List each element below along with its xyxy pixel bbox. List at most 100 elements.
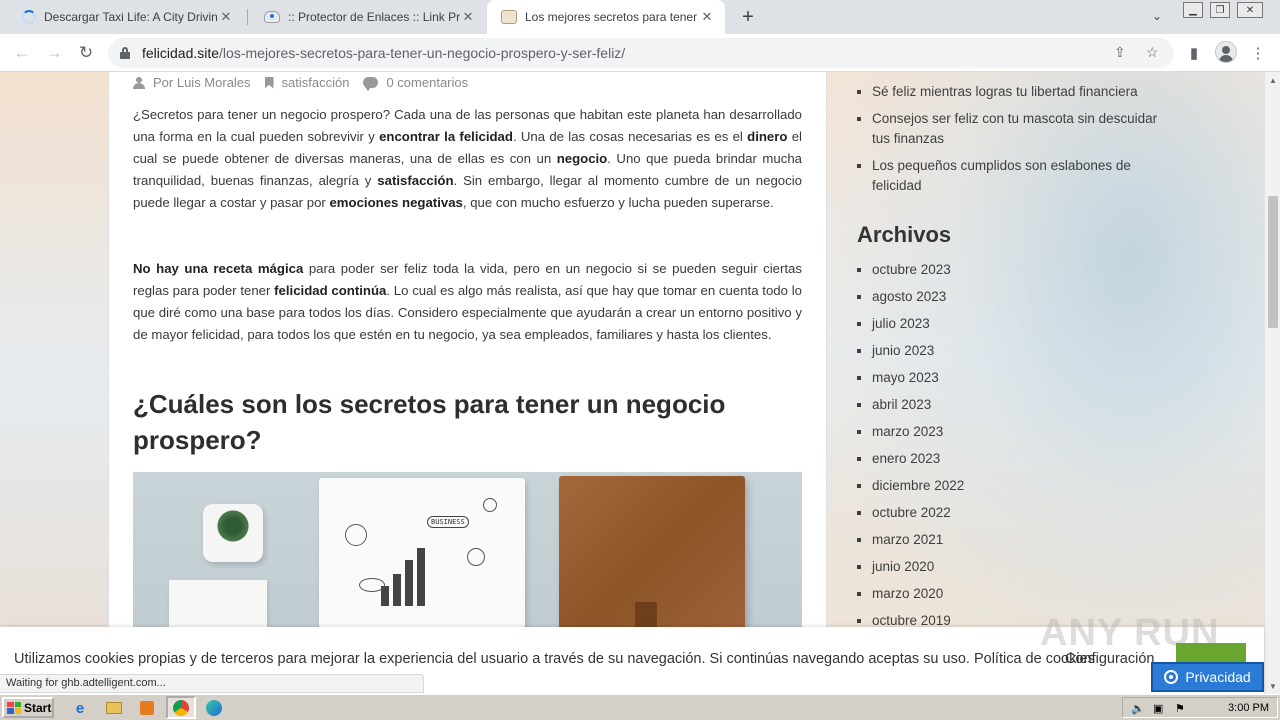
archive-link[interactable]: marzo 2021 — [856, 530, 964, 557]
archive-link[interactable]: mayo 2023 — [856, 368, 964, 395]
url-domain: felicidad.site — [142, 45, 220, 61]
archive-link[interactable]: abril 2023 — [856, 395, 964, 422]
network-icon[interactable]: ▣ — [1153, 702, 1166, 715]
archive-link[interactable]: enero 2023 — [856, 449, 964, 476]
windows-taskbar: Start e 🔈 ▣ ⚑ 3:00 PM — [0, 694, 1280, 720]
close-icon[interactable]: ✕ — [699, 9, 715, 25]
maximize-button[interactable]: ❐ — [1210, 2, 1230, 18]
edge-icon[interactable] — [204, 698, 224, 718]
bold-phrase: emociones negativas — [329, 195, 463, 210]
new-tab-button[interactable]: + — [737, 6, 759, 28]
scrollbar-thumb[interactable] — [1268, 196, 1278, 328]
recent-post-link[interactable]: Sé feliz mientras logras tu libertad fin… — [856, 82, 1161, 102]
archive-link[interactable]: julio 2023 — [856, 314, 964, 341]
archive-link[interactable]: diciembre 2022 — [856, 476, 964, 503]
tab-title: Los mejores secretos para tener un n — [525, 10, 699, 24]
page-scrollbar[interactable]: ▲ ▼ — [1264, 72, 1280, 694]
archive-link[interactable]: junio 2020 — [856, 557, 964, 584]
cookie-text[interactable]: Utilizamos cookies propias y de terceros… — [14, 651, 1095, 667]
site-icon — [264, 11, 280, 23]
privacy-button[interactable]: Privacidad — [1151, 662, 1264, 692]
text-run: . Una de las cosas necesarias es es el — [512, 129, 748, 144]
share-icon[interactable]: ⇪ — [1114, 44, 1126, 61]
system-tray: 🔈 ▣ ⚑ 3:00 PM — [1122, 697, 1278, 718]
scroll-up-arrow-icon[interactable]: ▲ — [1265, 72, 1280, 88]
recent-post-link[interactable]: Consejos ser feliz con tu mascota sin de… — [856, 109, 1161, 149]
menu-kebab-icon[interactable]: ⋮ — [1246, 41, 1270, 65]
windows-logo-icon — [7, 701, 21, 714]
archive-link[interactable]: junio 2023 — [856, 341, 964, 368]
site-icon — [501, 10, 517, 24]
bold-phrase: felicidad continúa — [274, 283, 387, 298]
sketch-label: BUSINESS — [427, 516, 469, 528]
bold-phrase: No hay una receta mágica — [133, 261, 304, 276]
status-bubble: Waiting for ghb.adtelligent.com... — [0, 674, 424, 693]
tab-link-protector[interactable]: :: Protector de Enlaces :: Link Protec ✕ — [250, 0, 486, 34]
author-icon — [133, 76, 145, 89]
tab-strip: Descargar Taxi Life: A City Driving Si ✕… — [0, 0, 1280, 34]
url-path: /los-mejores-secretos-para-tener-un-nego… — [219, 45, 626, 61]
bold-phrase: satisfacción — [377, 173, 454, 188]
archive-link[interactable]: marzo 2020 — [856, 584, 964, 611]
bold-phrase: encontrar la felicidad — [379, 129, 513, 144]
post-comments[interactable]: 0 comentarios — [386, 75, 468, 90]
close-icon[interactable]: ✕ — [218, 9, 234, 25]
archive-link[interactable]: octubre 2022 — [856, 503, 964, 530]
url-text[interactable]: felicidad.site/los-mejores-secretos-para… — [142, 45, 625, 61]
start-label: Start — [24, 700, 52, 715]
flag-icon[interactable]: ⚑ — [1175, 702, 1188, 715]
back-button[interactable]: ← — [10, 41, 34, 65]
close-icon[interactable]: ✕ — [460, 9, 476, 25]
start-button[interactable]: Start — [2, 697, 54, 718]
media-player-icon[interactable] — [137, 698, 157, 718]
text-run: , que con mucho esfuerzo y lucha pueden … — [462, 195, 774, 210]
folder-icon[interactable] — [104, 698, 124, 718]
reload-button[interactable]: ↻ — [74, 41, 98, 65]
browser-toolbar: ← → ↻ felicidad.site/los-mejores-secreto… — [0, 34, 1280, 72]
clock: 3:00 PM — [1228, 702, 1269, 714]
archive-link[interactable]: octubre 2023 — [856, 260, 964, 287]
gear-icon — [1164, 670, 1179, 684]
image-succulent — [215, 508, 251, 544]
post-meta: Por Luis Morales satisfacción 0 comentar… — [133, 75, 468, 91]
address-bar[interactable]: felicidad.site/los-mejores-secretos-para… — [108, 38, 1174, 68]
loading-spinner-icon — [22, 10, 36, 24]
chrome-icon[interactable] — [171, 698, 191, 718]
recent-post-link[interactable]: Los pequeños cumplidos son eslabones de … — [856, 156, 1161, 196]
archives-list: octubre 2023 agosto 2023 julio 2023 junio 2… — [856, 260, 964, 638]
article-paragraph-1: ¿Secretos para tener un negocio prospero… — [133, 104, 802, 214]
tab-search-chevron-icon[interactable]: ⌄ — [1152, 9, 1162, 23]
post-category[interactable]: satisfacción — [282, 75, 350, 90]
tab-title: :: Protector de Enlaces :: Link Protec — [288, 10, 460, 24]
category-icon — [264, 76, 274, 89]
archives-heading: Archivos — [857, 222, 952, 247]
tab-title: Descargar Taxi Life: A City Driving Si — [44, 10, 218, 24]
forward-button[interactable]: → — [42, 41, 66, 65]
tab-taxi-life[interactable]: Descargar Taxi Life: A City Driving Si ✕ — [8, 0, 244, 34]
article: Por Luis Morales satisfacción 0 comentar… — [108, 72, 827, 694]
article-paragraph-2: No hay una receta mágica para poder ser … — [133, 258, 802, 346]
close-window-button[interactable]: ✕ — [1237, 2, 1263, 18]
minimize-button[interactable]: ▁ — [1183, 2, 1203, 18]
page-viewport: Por Luis Morales satisfacción 0 comentar… — [0, 72, 1264, 694]
scroll-down-arrow-icon[interactable]: ▼ — [1265, 678, 1280, 694]
background-left — [0, 72, 110, 694]
profile-avatar-icon[interactable] — [1215, 41, 1237, 63]
privacy-label: Privacidad — [1185, 669, 1251, 685]
bold-phrase: dinero — [747, 129, 788, 144]
comment-icon — [363, 77, 379, 91]
bold-phrase: negocio — [556, 151, 608, 166]
ad-banner[interactable] — [1176, 643, 1246, 663]
tab-divider — [247, 9, 248, 25]
tab-felicidad-active[interactable]: Los mejores secretos para tener un n ✕ — [487, 0, 725, 34]
bookmark-star-icon[interactable]: ☆ — [1146, 44, 1159, 61]
side-panel-icon[interactable]: ▮ — [1182, 41, 1206, 65]
archive-link[interactable]: marzo 2023 — [856, 422, 964, 449]
ie-icon[interactable]: e — [70, 698, 90, 718]
volume-icon[interactable]: 🔈 — [1131, 702, 1145, 715]
lock-icon[interactable] — [120, 47, 130, 59]
post-author[interactable]: Por Luis Morales — [153, 75, 251, 90]
section-heading: ¿Cuáles son los secretos para tener un n… — [133, 389, 726, 455]
archive-link[interactable]: agosto 2023 — [856, 287, 964, 314]
recent-posts-list: Sé feliz mientras logras tu libertad fin… — [856, 82, 1161, 203]
